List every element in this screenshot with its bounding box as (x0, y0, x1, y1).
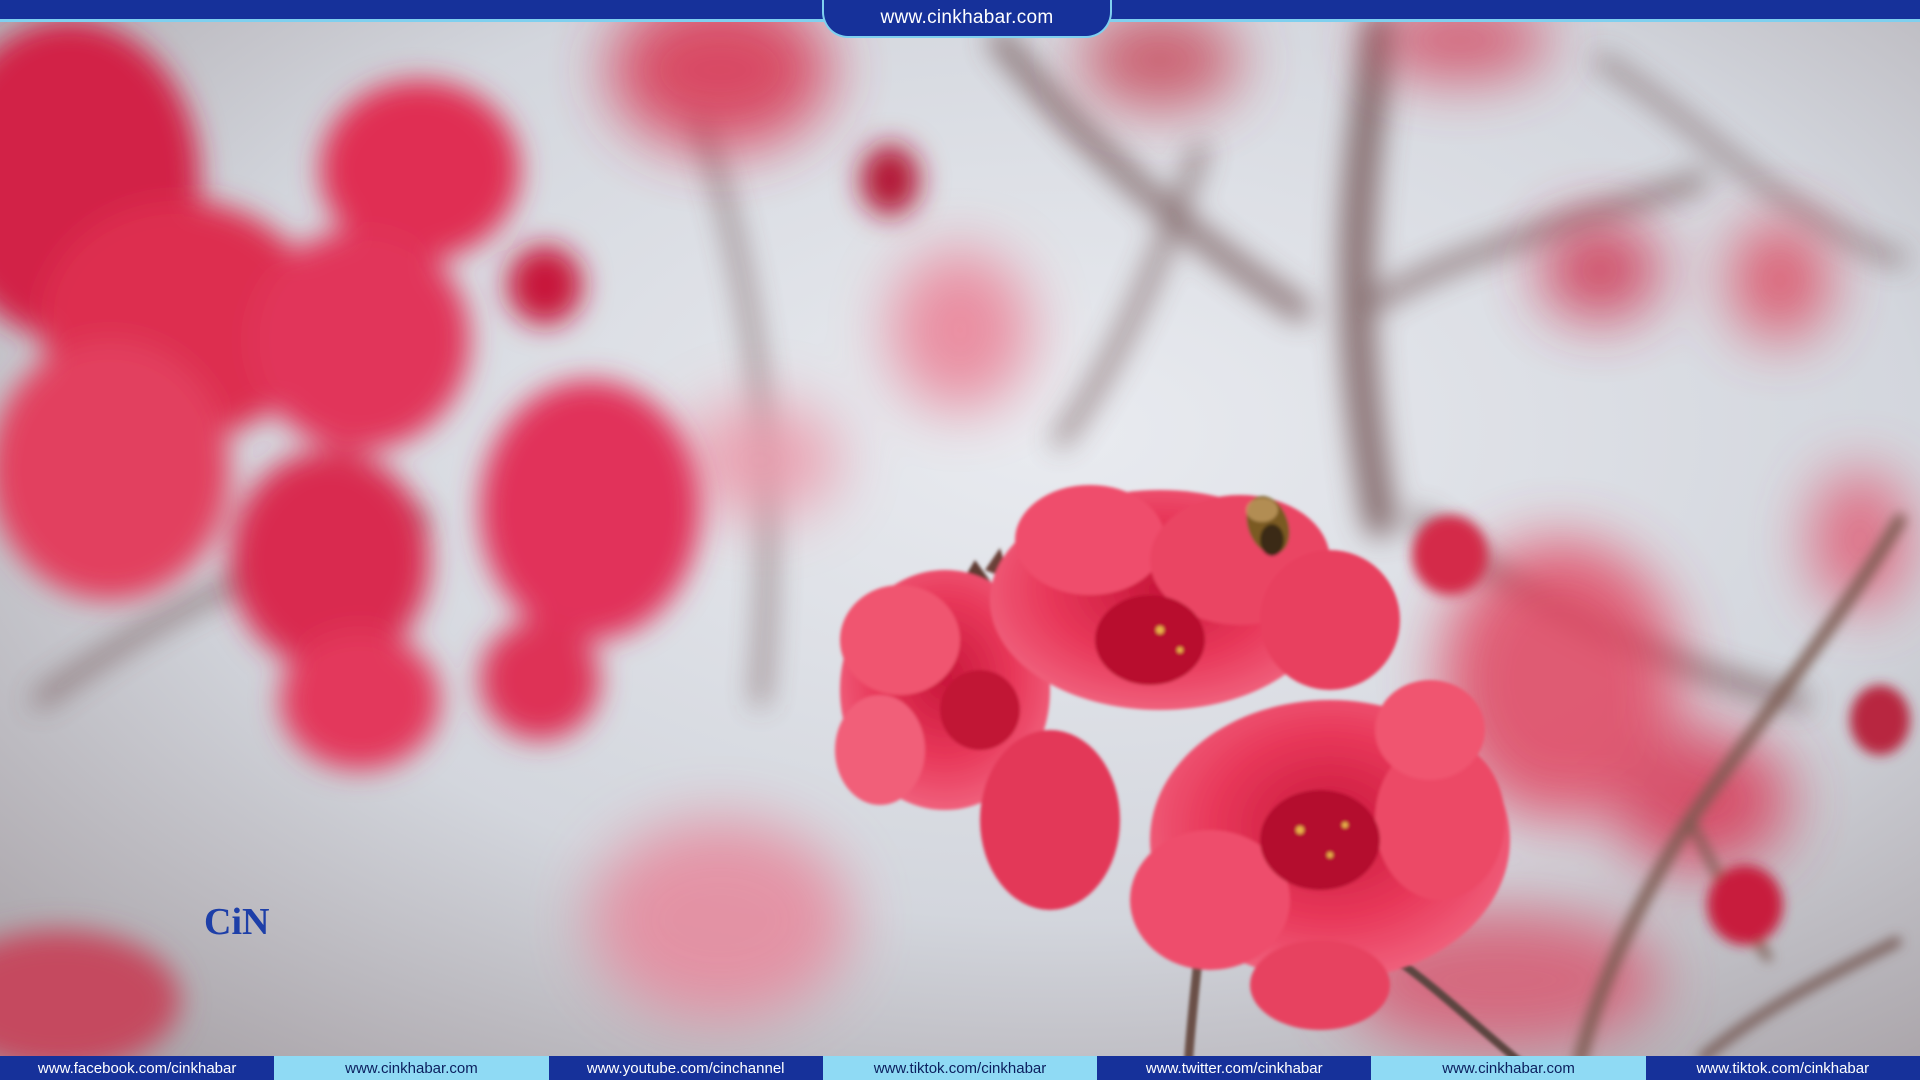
site-url-text: www.cinkhabar.com (880, 7, 1054, 28)
site-url-tab[interactable]: www.cinkhabar.com (822, 0, 1112, 38)
social-links-bar: www.facebook.com/cinkhabar www.cinkhabar… (0, 1056, 1920, 1080)
youtube-link[interactable]: www.youtube.com/cinchannel (548, 1056, 823, 1080)
tiktok-link-2[interactable]: www.tiktok.com/cinkhabar (1645, 1056, 1920, 1080)
cin-logo: CiN (204, 901, 269, 943)
svg-text:CiN: CiN (204, 901, 269, 943)
twitter-link[interactable]: www.twitter.com/cinkhabar (1097, 1056, 1372, 1080)
facebook-link[interactable]: www.facebook.com/cinkhabar (0, 1056, 275, 1080)
website-link[interactable]: www.cinkhabar.com (274, 1056, 549, 1080)
website-link-2[interactable]: www.cinkhabar.com (1371, 1056, 1646, 1080)
background-photo (0, 0, 1920, 1080)
tiktok-link[interactable]: www.tiktok.com/cinkhabar (822, 1056, 1098, 1080)
